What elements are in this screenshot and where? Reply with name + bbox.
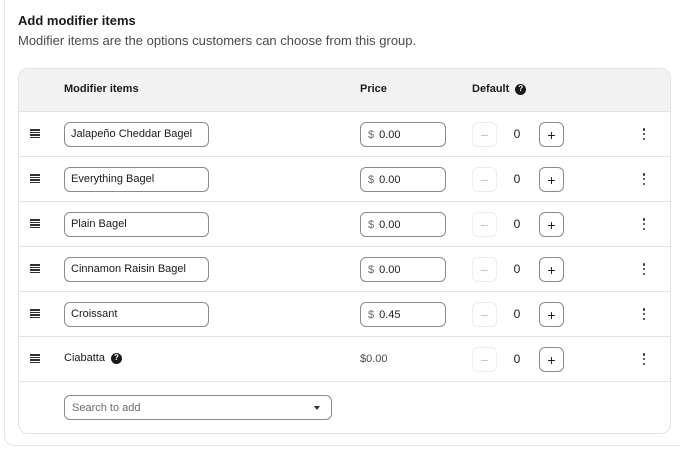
search-to-add-select[interactable]: Search to add [64,395,332,420]
modifier-name-input[interactable]: Croissant [64,302,209,327]
decrement-button[interactable]: − [472,257,497,282]
question-circle-icon[interactable]: ? [515,83,527,95]
header-price: Price [360,83,387,95]
increment-button[interactable]: + [539,167,564,192]
currency-symbol: $ [368,308,375,321]
increment-button[interactable]: + [539,257,564,282]
modifier-name-input[interactable]: Cinnamon Raisin Bagel [64,257,209,282]
drag-handle-icon[interactable] [30,174,40,183]
drag-handle-icon[interactable] [30,129,40,138]
increment-button[interactable]: + [539,212,564,237]
table-row: Ciabatta ? $0.00 − 0 + [19,337,670,382]
more-vertical-icon[interactable] [642,173,646,185]
price-input[interactable]: $ 0.00 [360,167,446,192]
decrement-button[interactable]: − [472,302,497,327]
header-default-label: Default [472,83,510,95]
default-count: 0 [513,262,521,276]
modifier-items-table: Modifier items Price Default ? Jalapeño … [18,68,671,434]
modifier-name-input[interactable]: Everything Bagel [64,167,209,192]
section-subtitle: Modifier items are the options customers… [18,33,417,48]
currency-symbol: $ [368,173,375,186]
price-input[interactable]: $ 0.00 [360,257,446,282]
currency-symbol: $ [368,218,375,231]
more-vertical-icon[interactable] [642,263,646,275]
decrement-button[interactable]: − [472,122,497,147]
table-header: Modifier items Price Default ? [19,69,670,112]
default-count: 0 [513,172,521,186]
more-vertical-icon[interactable] [642,308,646,320]
table-row: Cinnamon Raisin Bagel $ 0.00 − 0 + [19,247,670,292]
table-row: Everything Bagel $ 0.00 − 0 + [19,157,670,202]
drag-handle-icon[interactable] [30,264,40,273]
modifier-name-label: Ciabatta [64,352,105,364]
default-count: 0 [513,352,521,366]
drag-handle-icon[interactable] [30,219,40,228]
drag-handle-icon[interactable] [30,309,40,318]
price-value: 0.45 [379,308,401,321]
section-title: Add modifier items [18,13,136,28]
decrement-button[interactable]: − [472,167,497,192]
increment-button[interactable]: + [539,302,564,327]
increment-button[interactable]: + [539,122,564,147]
header-default: Default ? [472,83,527,95]
price-value: 0.00 [379,263,401,276]
price-value: 0.00 [379,128,401,141]
price-input[interactable]: $ 0.00 [360,212,446,237]
currency-symbol: $ [368,263,375,276]
price-value: 0.00 [379,173,401,186]
decrement-button[interactable]: − [472,212,497,237]
table-row: Croissant $ 0.45 − 0 + [19,292,670,337]
more-vertical-icon[interactable] [642,353,646,365]
table-row: Plain Bagel $ 0.00 − 0 + [19,202,670,247]
more-vertical-icon[interactable] [642,218,646,230]
modifier-name-input[interactable]: Plain Bagel [64,212,209,237]
drag-handle-icon[interactable] [30,354,40,363]
modifier-name: Ciabatta ? [64,352,122,364]
increment-button[interactable]: + [539,347,564,372]
price-text: $0.00 [360,353,388,365]
price-input[interactable]: $ 0.00 [360,122,446,147]
caret-down-icon [314,405,320,410]
table-row: Jalapeño Cheddar Bagel $ 0.00 − 0 + [19,112,670,157]
question-circle-icon[interactable]: ? [110,352,122,364]
price-input[interactable]: $ 0.45 [360,302,446,327]
default-count: 0 [513,127,521,141]
currency-symbol: $ [368,128,375,141]
modifier-name-input[interactable]: Jalapeño Cheddar Bagel [64,122,209,147]
header-modifier-items: Modifier items [64,83,139,95]
search-placeholder: Search to add [72,401,141,414]
price-value: 0.00 [379,218,401,231]
default-count: 0 [513,307,521,321]
more-vertical-icon[interactable] [642,128,646,140]
decrement-button[interactable]: − [472,347,497,372]
default-count: 0 [513,217,521,231]
